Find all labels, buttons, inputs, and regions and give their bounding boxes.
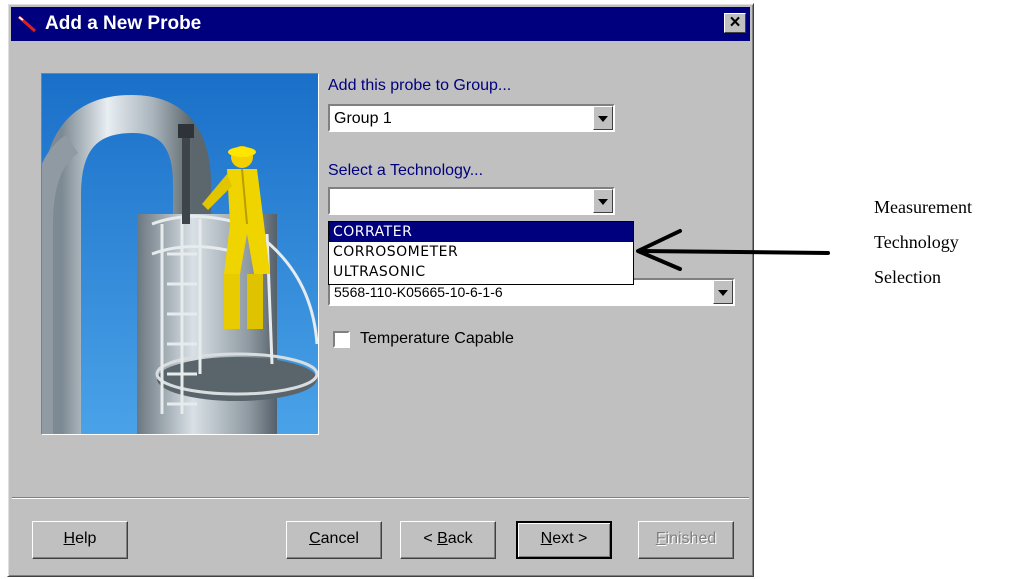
dialog-title: Add a New Probe [45,13,202,34]
pointer-arrow-icon [636,229,830,271]
finished-button[interactable]: Finished [638,521,734,559]
probe-icon [18,15,36,33]
cancel-button[interactable]: Cancel [286,521,382,559]
dropdown-arrow-icon[interactable] [593,189,613,213]
titlebar: Add a New Probe × [11,7,750,41]
dropdown-arrow-icon[interactable] [713,280,733,304]
refinery-photo [41,73,319,435]
dropdown-arrow-icon[interactable] [593,106,613,130]
option-corrater[interactable]: CORRATER [329,222,633,242]
technology-dropdown-list: CORRATER CORROSOMETER ULTRASONIC [328,221,634,285]
group-value: Group 1 [334,110,392,127]
technology-label: Select a Technology... [328,162,484,179]
option-ultrasonic[interactable]: ULTRASONIC [329,262,633,282]
close-icon: × [729,12,741,33]
button-separator [12,497,749,499]
temperature-label: Temperature Capable [360,330,514,347]
annotation-text: Measurement Technology Selection [874,190,972,295]
probe-value: 5568-110-K05665-10-6-1-6 [334,284,503,300]
annotation-line-3: Selection [874,267,941,287]
close-button[interactable]: × [724,12,746,33]
option-corrosometer[interactable]: CORROSOMETER [329,242,633,262]
next-button[interactable]: Next > [516,521,612,559]
annotation-line-1: Measurement [874,197,972,217]
group-label: Add this probe to Group... [328,77,512,94]
back-button[interactable]: < Back [400,521,496,559]
annotation-line-2: Technology [874,232,959,252]
temperature-checkbox[interactable] [333,331,350,348]
group-combobox[interactable]: Group 1 [328,104,615,132]
technology-combobox[interactable] [328,187,615,215]
help-button[interactable]: Help [32,521,128,559]
add-probe-dialog: Add a New Probe × Add this probe to Grou… [7,3,754,577]
